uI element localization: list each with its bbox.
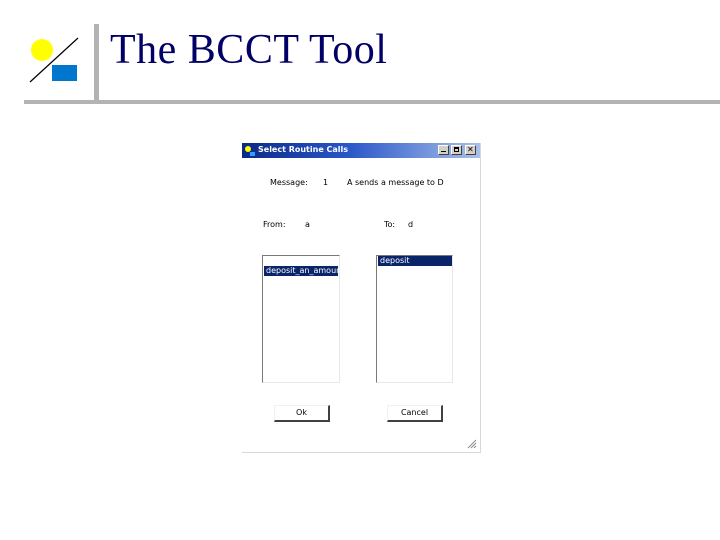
- to-label: To:: [384, 220, 396, 229]
- header-horizontal-divider: [24, 100, 720, 104]
- message-label: Message:: [270, 178, 308, 187]
- message-text: A sends a message to D: [347, 178, 444, 187]
- minimize-button[interactable]: [438, 145, 449, 155]
- header-vertical-divider: [94, 24, 99, 100]
- list-item[interactable]: deposit: [378, 256, 452, 266]
- dialog-titlebar[interactable]: Select Routine Calls: [242, 143, 480, 158]
- to-routine-listbox[interactable]: deposit: [376, 255, 453, 383]
- resize-grip-icon[interactable]: [467, 439, 477, 449]
- to-value: d: [408, 220, 414, 229]
- from-value: a: [305, 220, 310, 229]
- ok-button[interactable]: Ok: [274, 405, 330, 422]
- close-button[interactable]: [465, 145, 476, 155]
- from-routine-listbox[interactable]: deposit_an_amount: [262, 255, 344, 383]
- slide-title: The BCCT Tool: [110, 27, 388, 73]
- app-icon: [245, 146, 255, 156]
- from-label: From:: [263, 220, 286, 229]
- select-routine-calls-dialog: Select Routine Calls Message: 1 A sends …: [242, 143, 481, 453]
- dialog-title: Select Routine Calls: [258, 145, 349, 154]
- message-number: 1: [323, 178, 329, 187]
- maximize-button[interactable]: [451, 145, 462, 155]
- cancel-button[interactable]: Cancel: [387, 405, 443, 422]
- list-item[interactable]: deposit_an_amount: [264, 266, 344, 276]
- slide-logo-icon: [29, 37, 79, 83]
